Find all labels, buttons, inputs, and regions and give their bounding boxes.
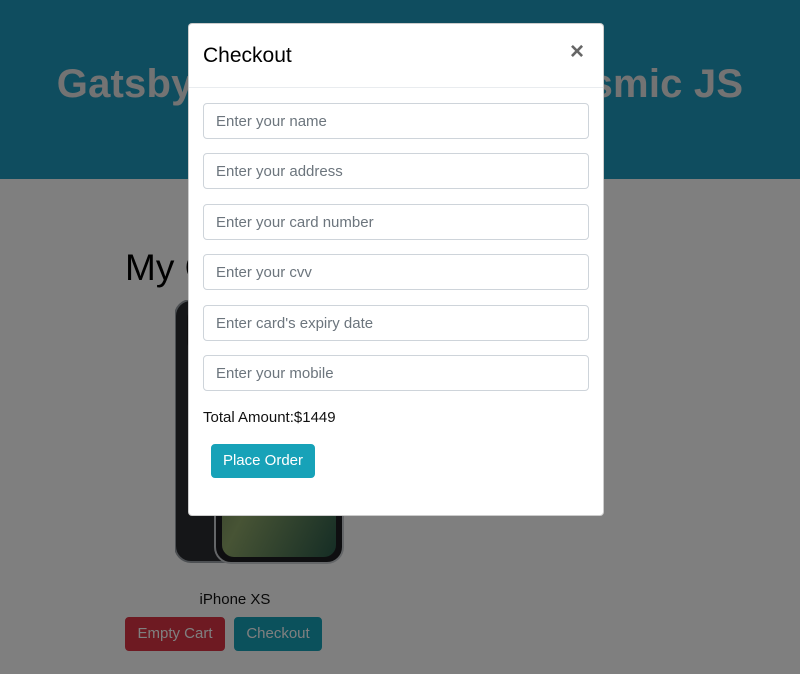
total-amount: Total Amount:$1449 bbox=[203, 409, 336, 426]
cvv-input[interactable] bbox=[203, 254, 589, 290]
expiry-date-input[interactable] bbox=[203, 305, 589, 341]
mobile-input[interactable] bbox=[203, 355, 589, 391]
total-label: Total Amount: bbox=[203, 409, 294, 426]
close-icon[interactable]: × bbox=[565, 38, 589, 66]
address-input[interactable] bbox=[203, 153, 589, 189]
name-input[interactable] bbox=[203, 103, 589, 139]
modal-title: Checkout bbox=[203, 44, 292, 67]
place-order-button[interactable]: Place Order bbox=[211, 444, 315, 478]
card-number-input[interactable] bbox=[203, 204, 589, 240]
checkout-modal: Checkout × Total Amount:$1449 Place Orde… bbox=[188, 23, 604, 516]
total-value: $1449 bbox=[293, 409, 336, 426]
modal-header: Checkout × bbox=[189, 24, 603, 88]
